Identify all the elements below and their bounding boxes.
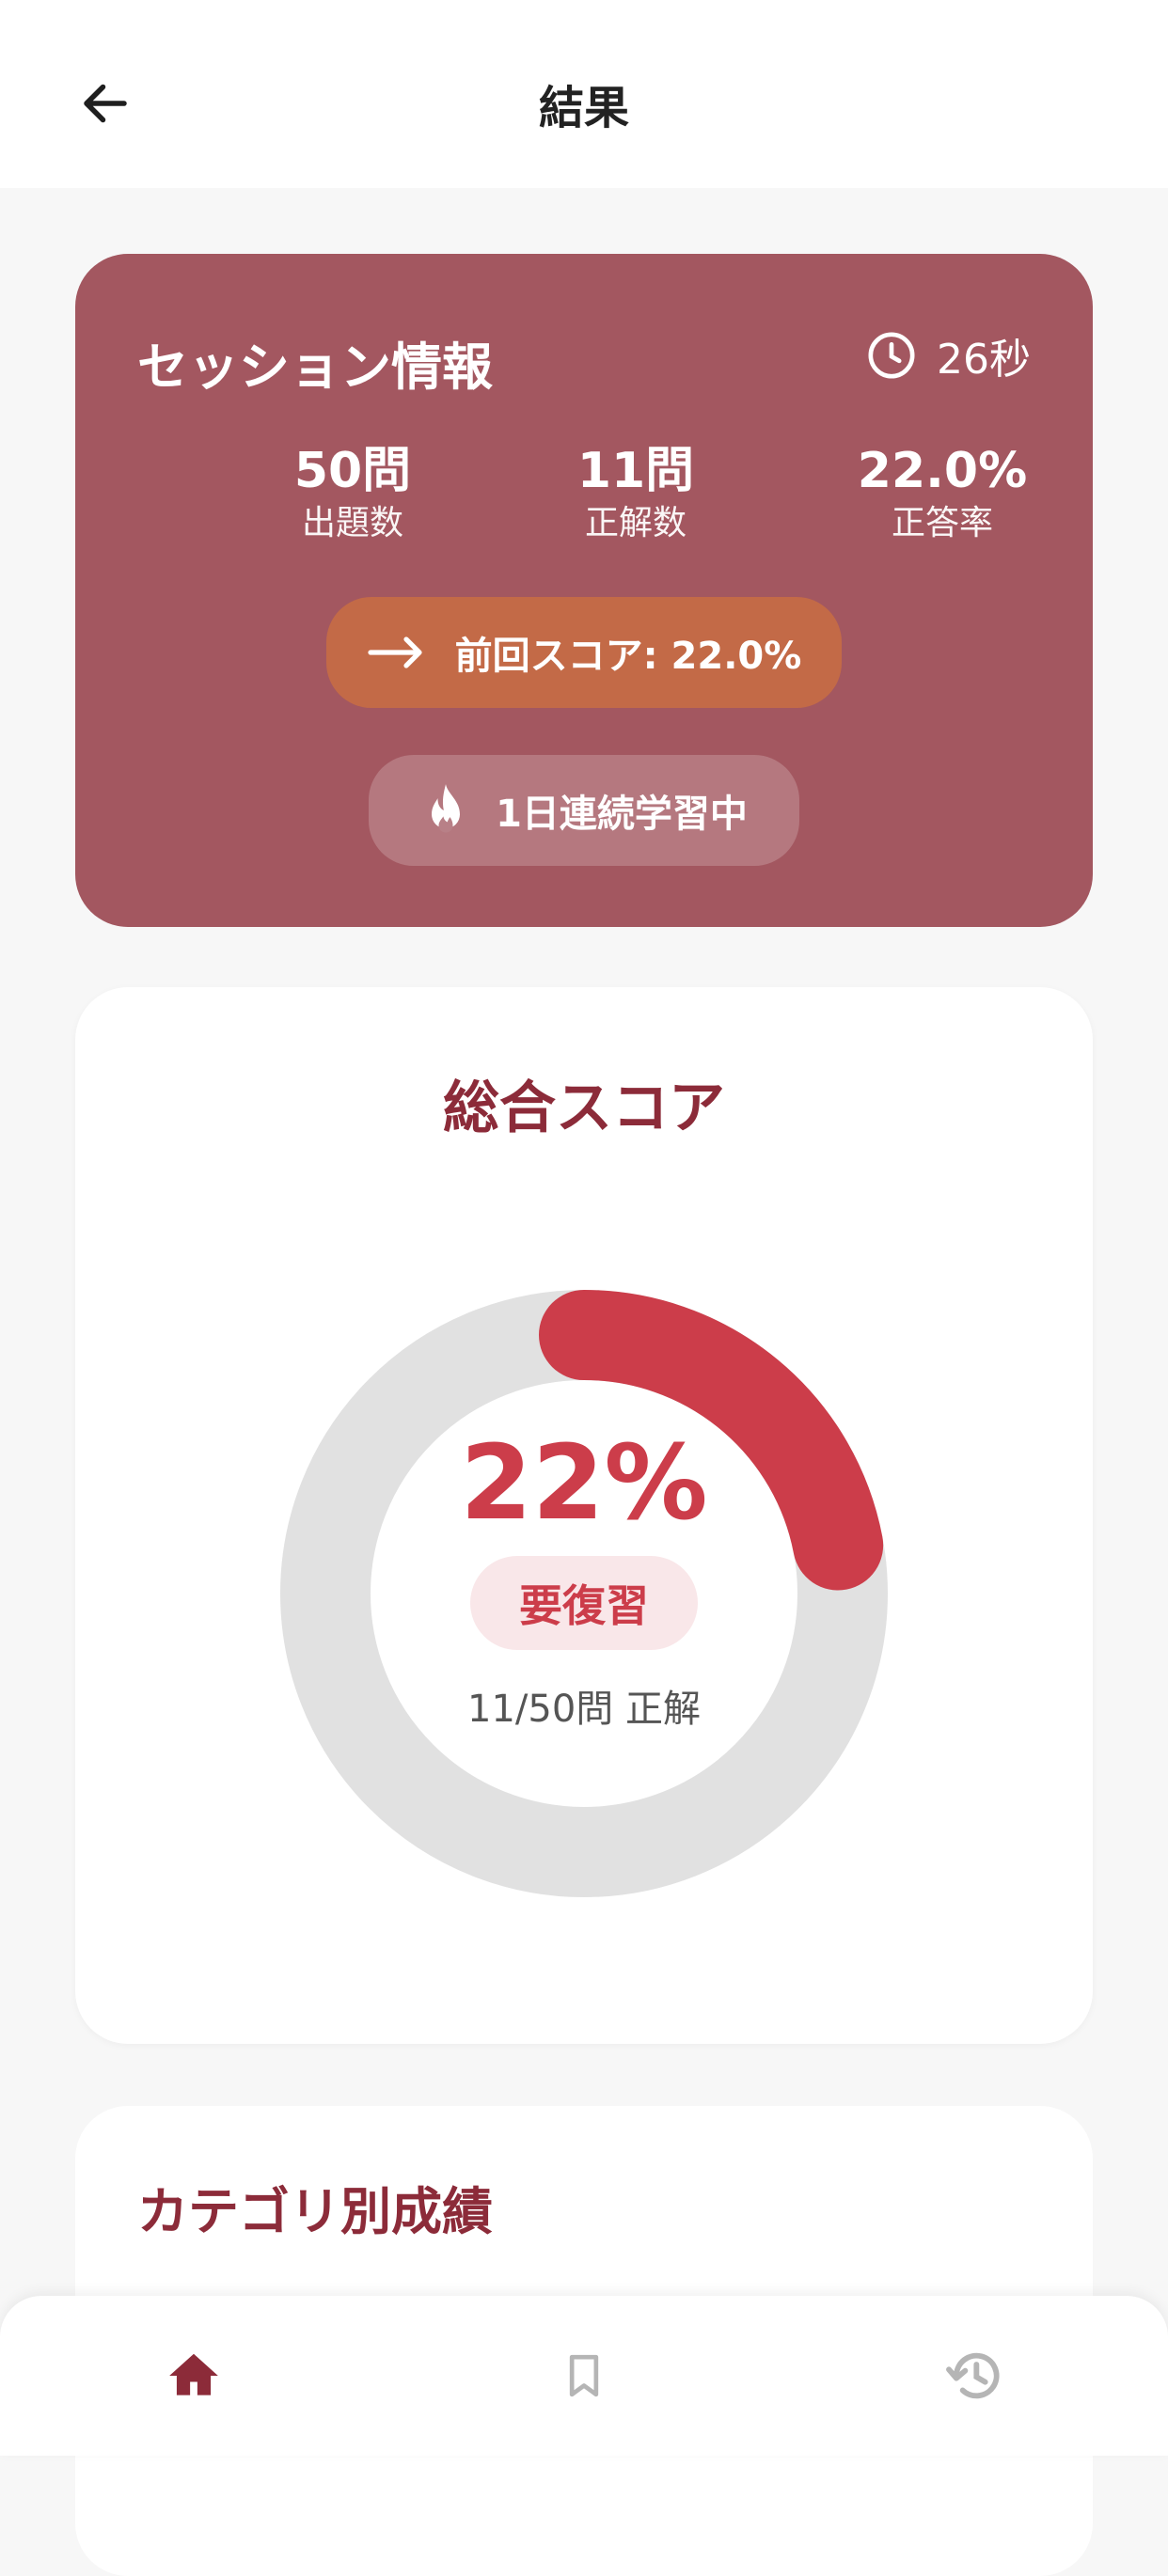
stat-accuracy: 22.0% 正答率 [801,442,1083,547]
stat-questions: 50問 出題数 [212,442,494,547]
home-icon [169,2353,218,2395]
bookmark-icon [569,2354,599,2397]
bottom-navigation [0,2296,1168,2456]
score-percent: 22% [460,1422,708,1543]
nav-history[interactable] [909,2296,1041,2456]
stat-label: 正解数 [584,504,687,542]
category-title: カテゴリ別成績 [137,2182,493,2241]
stat-label: 出題数 [301,504,403,542]
stat-correct: 11問 正解数 [495,442,777,547]
session-title: セッション情報 [137,338,493,397]
streak-badge: 1日連続学習中 [369,755,799,866]
nav-bookmarks[interactable] [518,2296,650,2456]
session-stats: 50問 出題数 11問 正解数 22.0% 正答率 [75,442,1093,564]
flame-icon [432,784,461,833]
session-info-card: セッション情報 26秒 50問 出題数 11問 正解数 22.0% 正答率 前回… [75,254,1093,927]
previous-score-text: 前回スコア: 22.0% [454,635,802,678]
stat-value: 50問 [293,443,412,499]
page-title: 結果 [538,82,629,134]
status-badge: 要復習 [470,1556,698,1650]
score-title: 総合スコア [443,1076,725,1141]
session-time-text: 26秒 [937,336,1031,384]
nav-home[interactable] [128,2296,260,2456]
arrow-right-icon [368,636,422,668]
session-duration: 26秒 [865,325,1031,385]
stat-value: 22.0% [857,443,1028,499]
donut-center: 22% 要復習 11/50問 正解 [280,1290,888,1897]
correct-count-text: 11/50問 正解 [467,1688,701,1731]
streak-text: 1日連続学習中 [496,793,748,836]
history-icon [946,2352,1000,2399]
stat-label: 正答率 [891,504,993,542]
overall-score-card: 総合スコア 22% 要復習 11/50問 正解 [75,987,1093,2044]
stat-value: 11問 [576,443,695,499]
clock-icon [868,332,915,379]
previous-score-badge: 前回スコア: 22.0% [326,597,842,708]
